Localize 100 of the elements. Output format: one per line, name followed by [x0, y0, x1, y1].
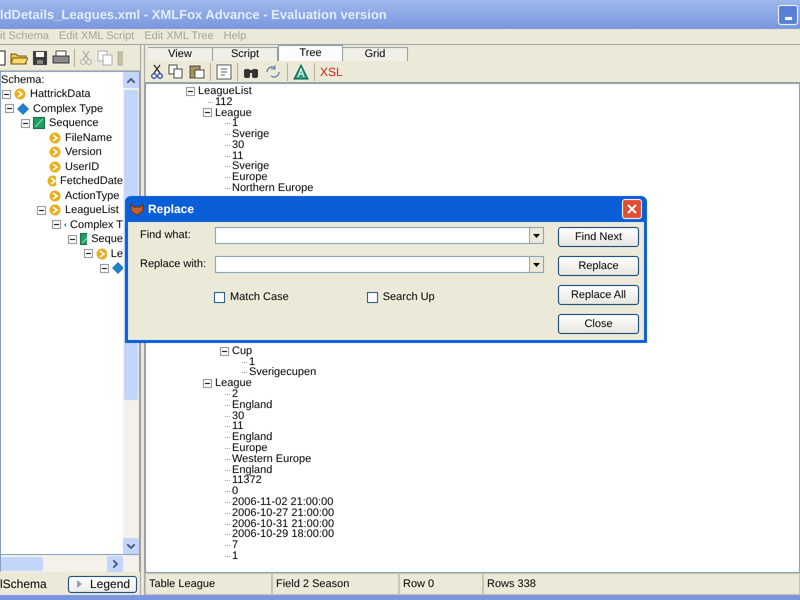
tree-node[interactable]: Europe: [232, 443, 268, 454]
dialog-button[interactable]: Replace All: [558, 285, 639, 305]
triangle-a-icon[interactable]: [293, 64, 309, 80]
tree-node[interactable]: England: [232, 432, 272, 444]
collapse-icon[interactable]: [52, 220, 61, 230]
tree-item[interactable]: FetchedDate: [60, 173, 123, 190]
status-field: Row 0: [399, 573, 483, 595]
tab[interactable]: Tree: [278, 45, 343, 61]
window-title: ldDetails_Leagues.xml - XMLFox Advance - Evaluation version: [0, 6, 387, 24]
collapse-icon[interactable]: [4, 104, 14, 114]
copy-icon[interactable]: [168, 64, 184, 79]
collapse-icon[interactable]: [2, 90, 10, 99]
collapse-icon[interactable]: [186, 86, 195, 96]
status-field: Rows 338: [483, 573, 800, 595]
tree-item[interactable]: LeagueList: [65, 202, 119, 218]
checkbox-label: Search Up: [382, 290, 435, 305]
element-icon: [49, 160, 61, 173]
tree-node[interactable]: Sverige: [232, 161, 270, 172]
tree-item[interactable]: UserID: [65, 158, 100, 175]
tree-node[interactable]: 11: [232, 150, 244, 162]
tree-node[interactable]: 30: [232, 410, 244, 422]
tree-node[interactable]: 11372: [232, 475, 262, 486]
tree-item[interactable]: ActionType: [65, 188, 120, 204]
collapse-icon[interactable]: [100, 264, 110, 273]
collapse-icon[interactable]: [203, 379, 212, 388]
tree-node[interactable]: 1: [249, 356, 256, 368]
collapse-icon[interactable]: [84, 249, 93, 258]
printer-icon[interactable]: [52, 50, 70, 66]
collapse-icon[interactable]: [68, 234, 77, 244]
tree-node[interactable]: Western Europe: [232, 454, 312, 465]
collapse-icon[interactable]: [203, 108, 212, 118]
element-icon: [49, 190, 61, 202]
checkbox[interactable]: [366, 292, 378, 303]
tree-node[interactable]: Northern Europe: [232, 183, 314, 194]
tree-node[interactable]: 2006-10-27 21:00:00: [232, 508, 334, 519]
collapse-icon[interactable]: [220, 346, 229, 356]
replace-arrows-icon[interactable]: [264, 64, 282, 80]
tree-item[interactable]: Complex Type: [33, 100, 104, 117]
checkbox-label: Match Case: [230, 290, 289, 305]
tree-node[interactable]: 2: [232, 389, 238, 400]
schema-label: Schema:: [1, 73, 46, 87]
minimize-button[interactable]: [778, 4, 798, 24]
status-field: Field 2 Season: [272, 573, 399, 595]
tree-item[interactable]: Complex T: [70, 216, 123, 233]
tree-item[interactable]: HattrickData: [30, 86, 91, 102]
legend-button[interactable]: Legend: [68, 576, 137, 592]
element-icon: [96, 248, 107, 260]
tab[interactable]: Script: [213, 47, 278, 61]
tree-node[interactable]: Sverigecupen: [249, 367, 316, 378]
collapse-icon[interactable]: [20, 118, 30, 128]
tree-node[interactable]: 2006-10-31 21:00:00: [232, 518, 334, 530]
combo-box[interactable]: [215, 256, 544, 273]
collapse-icon[interactable]: [36, 206, 46, 215]
tree-item[interactable]: Version: [65, 144, 102, 160]
element-icon: [49, 204, 61, 216]
tree-node[interactable]: 2006-11-02 21:00:00: [232, 497, 334, 508]
tree-node[interactable]: England: [232, 400, 272, 411]
checkbox[interactable]: [214, 292, 225, 303]
xsl-button[interactable]: XSL: [320, 62, 343, 80]
tree-node[interactable]: League: [215, 378, 252, 390]
tree-node[interactable]: League: [215, 108, 252, 118]
page-icon[interactable]: [216, 64, 232, 80]
dialog-button[interactable]: Find Next: [558, 227, 639, 247]
dialog-button[interactable]: Replace: [558, 256, 639, 276]
cut-icon[interactable]: [151, 64, 163, 79]
dialog-button[interactable]: Close: [558, 314, 639, 334]
square-icon: [80, 233, 88, 246]
tree-node[interactable]: England: [232, 464, 272, 476]
play-triangle-icon: [77, 580, 82, 588]
tree-item[interactable]: Seque: [91, 231, 123, 248]
tree-node[interactable]: 2006-10-29 18:00:00: [232, 529, 334, 540]
tree-node[interactable]: 112: [215, 96, 233, 108]
tree-item[interactable]: Sequence: [49, 115, 99, 132]
tree-node[interactable]: 0: [232, 486, 238, 498]
tree-node[interactable]: 30: [232, 140, 244, 151]
tree-node[interactable]: 11: [232, 421, 244, 432]
tree-node[interactable]: Sverige: [232, 129, 270, 140]
tree-item[interactable]: FileName: [65, 130, 112, 146]
tree-node[interactable]: 1: [232, 551, 238, 562]
scroll-up-icon[interactable]: [127, 78, 135, 82]
element-icon: [49, 146, 61, 158]
scroll-right-icon[interactable]: [112, 560, 118, 568]
horizontal-scrollbar[interactable]: [0, 555, 140, 572]
tree-node[interactable]: 1: [232, 118, 238, 130]
schema-tab[interactable]: lSchema: [0, 575, 47, 593]
combo-box[interactable]: [215, 227, 544, 244]
field-label: Replace with:: [140, 257, 208, 272]
scroll-down-icon[interactable]: [127, 544, 135, 548]
save-icon[interactable]: [32, 50, 48, 66]
tree-node[interactable]: Europe: [232, 172, 268, 184]
close-icon: [627, 204, 637, 214]
tab[interactable]: View: [148, 47, 213, 61]
tree-node[interactable]: Cup: [232, 346, 252, 357]
close-button[interactable]: [622, 199, 642, 219]
tab[interactable]: Grid: [343, 47, 408, 61]
fox-icon: [130, 202, 144, 216]
tree-item[interactable]: Le: [110, 246, 123, 262]
status-field: Table League: [145, 573, 272, 595]
tree-node[interactable]: LeagueList: [198, 86, 252, 97]
tree-node[interactable]: 7: [232, 540, 238, 552]
